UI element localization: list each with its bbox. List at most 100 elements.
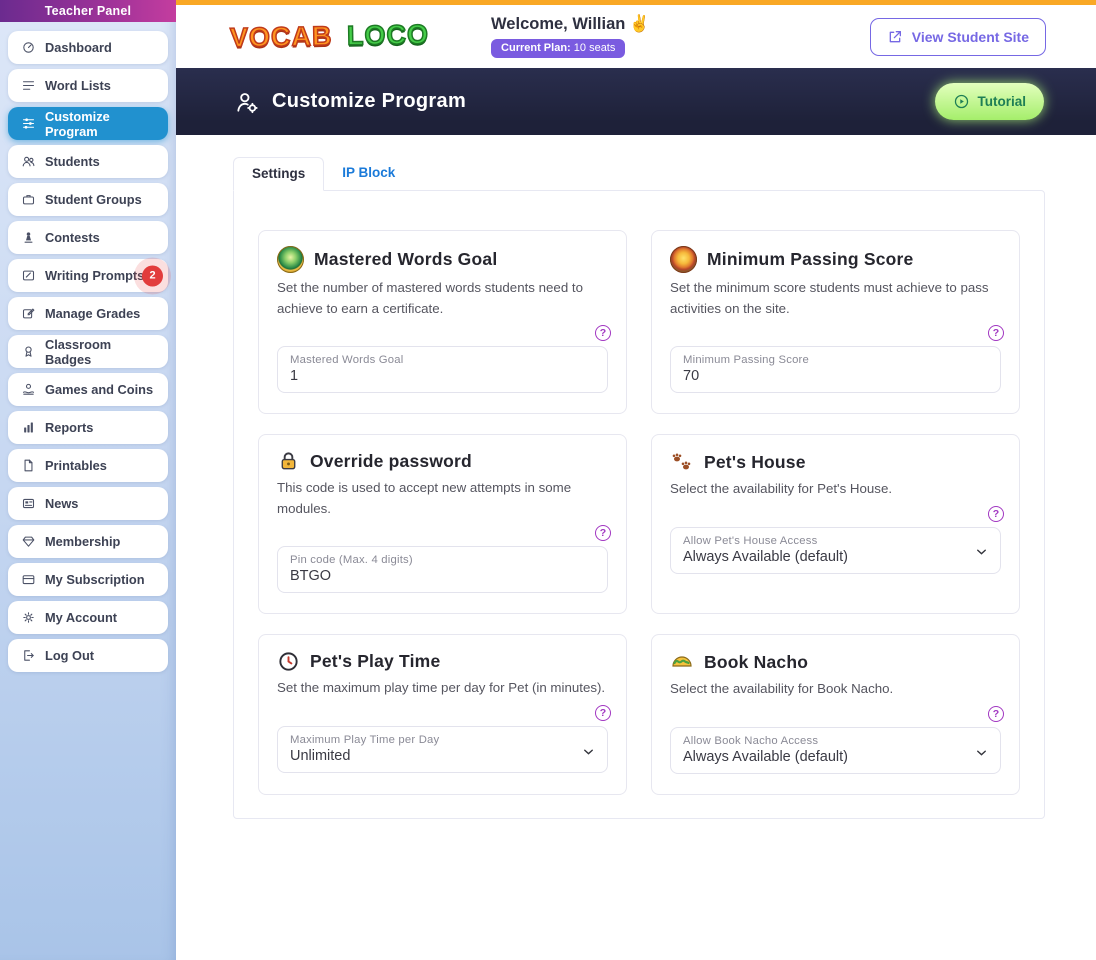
gem-icon [22,536,35,547]
sidebar-item-label: Reports [45,420,94,435]
pets-house-select[interactable]: Allow Pet's House Access Always Availabl… [670,526,1001,574]
card-minimum-passing-score: Minimum Passing Score Set the minimum sc… [651,230,1020,415]
tab-ip-block[interactable]: IP Block [324,157,413,190]
sidebar-item-printables[interactable]: Printables [8,449,168,482]
selected-value: Unlimited [290,748,351,765]
sidebar-item-classroom-badges[interactable]: Classroom Badges [8,335,168,368]
paw-prints-icon [672,453,691,470]
play-circle-icon [954,94,968,109]
minimum-passing-score-field: Minimum Passing Score [670,346,1001,394]
sidebar-item-dashboard[interactable]: Dashboard [8,31,168,64]
card-pets-play-time: Pet's Play Time Set the maximum play tim… [258,634,627,796]
clock-icon [279,652,298,672]
card-title: Minimum Passing Score [707,249,914,269]
sidebar-item-my-subscription[interactable]: My Subscription [8,563,168,596]
program-header: Customize Program Tutorial [176,68,1096,135]
field-label: Maximum Play Time per Day [290,734,440,747]
sun-score-icon [670,246,697,273]
card-icon [22,575,35,585]
help-icon[interactable]: ? [595,705,611,722]
vocab-loco-logo: VOCAB LOCO [229,19,430,54]
sidebar-item-label: Word Lists [45,78,111,93]
sidebar-item-label: Writing Prompts [45,268,145,283]
sidebar-item-word-lists[interactable]: Word Lists [8,69,168,102]
welcome-label: Welcome, Willian [491,15,626,33]
tutorial-label: Tutorial [977,94,1027,109]
tab-settings[interactable]: Settings [233,157,325,191]
current-plan-badge: Current Plan: 10 seats [491,39,626,58]
sidebar-item-label: Students [45,154,100,169]
help-icon[interactable]: ? [988,325,1004,342]
field-label: Minimum Passing Score [683,354,809,367]
taco-icon [672,656,692,668]
settings-panel: Mastered Words Goal Set the number of ma… [233,190,1045,820]
sidebar-item-label: Classroom Badges [45,336,112,367]
sidebar-item-writing-prompts[interactable]: Writing Prompts 2 [8,259,168,292]
sidebar-item-news[interactable]: News [8,487,168,520]
mastered-words-goal-input[interactable] [290,368,571,385]
sidebar-item-log-out[interactable]: Log Out [8,639,168,672]
sidebar-item-label: Customize Program [45,108,110,139]
sliders-icon [22,118,35,129]
gear-icon [23,612,34,623]
card-override-password: Override password This code is used to a… [258,434,627,615]
sidebar-item-membership[interactable]: Membership [8,525,168,558]
help-icon[interactable]: ? [595,325,611,342]
dashboard-icon [23,42,34,53]
card-description: Select the availability for Book Nacho. [670,681,894,697]
edit-icon [22,308,35,319]
card-title: Pet's Play Time [310,651,441,672]
list-icon [22,81,35,90]
newspaper-icon [22,498,35,509]
sidebar-item-student-groups[interactable]: Student Groups [8,183,168,216]
hand-emoji-icon: ✌ [629,15,650,33]
minimum-passing-score-input[interactable] [683,368,964,385]
main-area: VOCAB LOCO Welcome, Willian ✌ Current Pla… [176,0,1096,960]
help-icon[interactable]: ? [595,525,611,542]
view-student-site-button[interactable]: View Student Site [869,17,1046,56]
plan-badge-value: 10 seats [573,42,616,54]
card-description: Set the number of mastered words student… [277,280,584,316]
trophy-icon [24,232,33,243]
card-description: Set the minimum score students must achi… [670,280,989,316]
sidebar-item-label: Membership [45,534,121,549]
pin-code-input[interactable] [290,568,571,585]
top-bar: VOCAB LOCO Welcome, Willian ✌ Current Pla… [176,5,1096,68]
sidebar-item-students[interactable]: Students [8,145,168,178]
sidebar-item-label: Student Groups [45,192,142,207]
settings-grid: Mastered Words Goal Set the number of ma… [258,230,1020,796]
bar-chart-icon [24,422,33,433]
sidebar-item-customize-program[interactable]: Customize Program [8,107,168,140]
logo-word-loco: LOCO [346,19,430,52]
book-nacho-select[interactable]: Allow Book Nacho Access Always Available… [670,727,1001,775]
coin-hand-icon [22,383,35,395]
field-label: Allow Book Nacho Access [683,735,819,748]
mastered-words-goal-field: Mastered Words Goal [277,346,608,394]
sidebar-item-label: My Subscription [45,572,145,587]
card-title: Override password [310,451,472,472]
students-icon [22,156,35,167]
card-title: Book Nacho [704,651,809,672]
globe-medal-icon [277,246,304,273]
logo-word-vocab: VOCAB [229,20,334,53]
welcome-block: Welcome, Willian ✌ Current Plan: 10 seats [491,15,650,58]
logout-icon [24,650,34,661]
sidebar-item-my-account[interactable]: My Account [8,601,168,634]
note-pencil-icon [22,270,35,281]
content-area: Settings IP Block Mastered Words Goal Se… [176,135,1096,820]
tutorial-button[interactable]: Tutorial [934,83,1044,120]
sidebar-item-manage-grades[interactable]: Manage Grades [8,297,168,330]
sidebar-item-contests[interactable]: Contests [8,221,168,254]
medal-icon [25,346,32,357]
play-time-select[interactable]: Maximum Play Time per Day Unlimited [277,726,608,774]
help-icon[interactable]: ? [988,505,1004,522]
sidebar-item-games-and-coins[interactable]: Games and Coins [8,373,168,406]
chevron-down-icon [977,750,986,756]
help-icon[interactable]: ? [988,706,1004,723]
card-title: Pet's House [704,451,806,472]
card-description: This code is used to accept new attempts… [277,480,572,516]
sidebar-menu: Dashboard Word Lists Customize Program S… [0,22,176,672]
welcome-text: Welcome, Willian ✌ [491,15,650,34]
sidebar-item-reports[interactable]: Reports [8,411,168,444]
card-book-nacho: Book Nacho Select the availability for B… [651,634,1020,796]
